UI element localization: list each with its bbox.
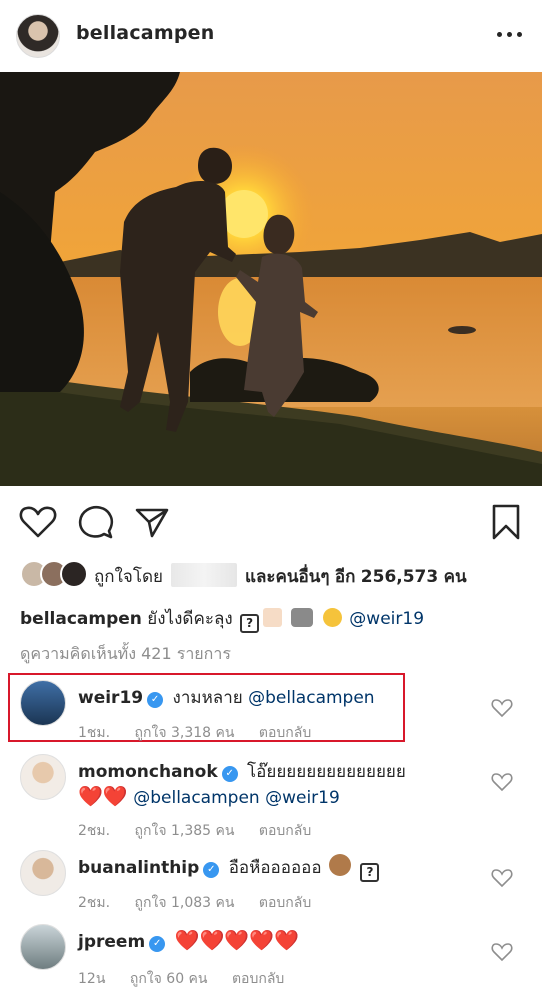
comment-likes[interactable]: ถูกใจ 1,385 คน — [135, 823, 235, 839]
likes-unit: คน — [443, 567, 467, 587]
comment-likes[interactable]: ถูกใจ 3,318 คน — [135, 725, 235, 741]
heart-outline-icon[interactable] — [490, 866, 514, 890]
likes-prefix: ถูกใจโดย — [94, 567, 163, 587]
comment-likes[interactable]: ถูกใจ 1,083 คน — [135, 895, 235, 911]
view-all-comments-link[interactable]: ดูความคิดเห็นทั้ง 421 รายการ — [20, 642, 231, 667]
comment-text: weir19 ✓ งามหลาย @bellacampen — [78, 684, 375, 711]
comment-icon[interactable] — [76, 502, 116, 542]
avatar[interactable] — [20, 924, 66, 970]
comment-meta: 1ชม. ถูกใจ 3,318 คน ตอบกลับ — [78, 722, 331, 744]
avatar — [60, 560, 88, 588]
unknown-glyph-icon: ? — [360, 863, 380, 882]
bookmark-icon[interactable] — [486, 502, 526, 542]
action-bar — [0, 494, 542, 550]
reply-button[interactable]: ตอบกลับ — [232, 971, 284, 987]
post-header: bellacampen — [0, 0, 542, 72]
redacted-name — [170, 563, 237, 587]
smiley-icon — [322, 608, 342, 627]
caption-mention[interactable]: @weir19 — [349, 609, 424, 629]
comment-meta: 12น ถูกใจ 60 คน ตอบกลับ — [78, 968, 304, 990]
comment-text: momonchanok ✓ โอ๊ยยยยยยยยยยยยยย — [78, 758, 406, 785]
comment-time: 1ชม. — [78, 725, 111, 741]
comment-text: buanalinthip ✓ อือหืออออออ ? — [78, 854, 381, 882]
caption: bellacampen ยังไงดีคะลุง ? @weir19 — [20, 605, 424, 633]
avatar[interactable] — [16, 14, 60, 58]
caption-text: ยังไงดีคะลุง — [147, 609, 233, 629]
likes-summary[interactable]: ถูกใจโดย และคนอื่นๆ อีก 256,573 คน — [20, 558, 530, 592]
avatar[interactable] — [20, 680, 66, 726]
likes-count[interactable]: 256,573 — [361, 567, 438, 587]
comment-text: jpreem ✓ ❤️❤️❤️❤️❤️ — [78, 928, 299, 952]
hearts-emoji: ❤️❤️ — [78, 784, 128, 808]
verified-badge-icon: ✓ — [221, 766, 238, 782]
caption-username[interactable]: bellacampen — [20, 609, 142, 629]
paper-plane-icon[interactable] — [132, 502, 172, 542]
comment-body: โอ๊ยยยยยยยยยยยยยย — [247, 762, 406, 782]
reply-button[interactable]: ตอบกลับ — [259, 725, 311, 741]
verified-badge-icon: ✓ — [203, 862, 220, 878]
heart-outline-icon[interactable] — [490, 940, 514, 964]
likes-text: ถูกใจโดย และคนอื่นๆ อีก 256,573 คน — [94, 563, 467, 590]
heart-outline-icon[interactable] — [490, 770, 514, 794]
comment-username[interactable]: weir19 — [78, 688, 143, 708]
unknown-glyph-icon: ? — [240, 614, 260, 633]
likes-others[interactable]: และคนอื่นๆ — [245, 567, 329, 587]
comment-meta: 2ชม. ถูกใจ 1,385 คน ตอบกลับ — [78, 820, 331, 842]
heart-outline-icon[interactable] — [490, 696, 514, 720]
post-username[interactable]: bellacampen — [76, 22, 214, 44]
heart-outline-icon[interactable] — [18, 502, 58, 542]
comment-username[interactable]: jpreem — [78, 932, 145, 952]
comment-body: งามหลาย — [172, 688, 243, 708]
post-photo[interactable] — [0, 72, 542, 486]
verified-badge-icon: ✓ — [149, 936, 166, 952]
more-horizontal-icon[interactable] — [496, 20, 524, 48]
comment-mention[interactable]: @bellacampen — [248, 688, 374, 708]
comment-body: อือหืออออออ — [228, 858, 322, 878]
avatar[interactable] — [20, 850, 66, 896]
avatar[interactable] — [20, 754, 66, 800]
comment-time: 2ชม. — [78, 895, 111, 911]
comment-username[interactable]: momonchanok — [78, 762, 218, 782]
reply-button[interactable]: ตอบกลับ — [259, 823, 311, 839]
reply-button[interactable]: ตอบกลับ — [259, 895, 311, 911]
comment-meta: 2ชม. ถูกใจ 1,083 คน ตอบกลับ — [78, 892, 331, 914]
likes-suffix: อีก — [334, 567, 356, 587]
skin-tone-icon — [263, 608, 283, 627]
comment-time: 12น — [78, 971, 106, 987]
comment-username[interactable]: buanalinthip — [78, 858, 199, 878]
comment-time: 2ชม. — [78, 823, 111, 839]
comment-likes[interactable]: ถูกใจ 60 คน — [130, 971, 208, 987]
camera-icon — [291, 608, 314, 627]
verified-badge-icon: ✓ — [147, 692, 164, 708]
hearts-emoji: ❤️❤️❤️❤️❤️ — [174, 928, 300, 952]
comment-text-line2: ❤️❤️ @bellacampen @weir19 — [78, 784, 340, 808]
comment-mention[interactable]: @bellacampen @weir19 — [133, 788, 340, 808]
see-no-evil-monkey-icon — [329, 854, 352, 876]
